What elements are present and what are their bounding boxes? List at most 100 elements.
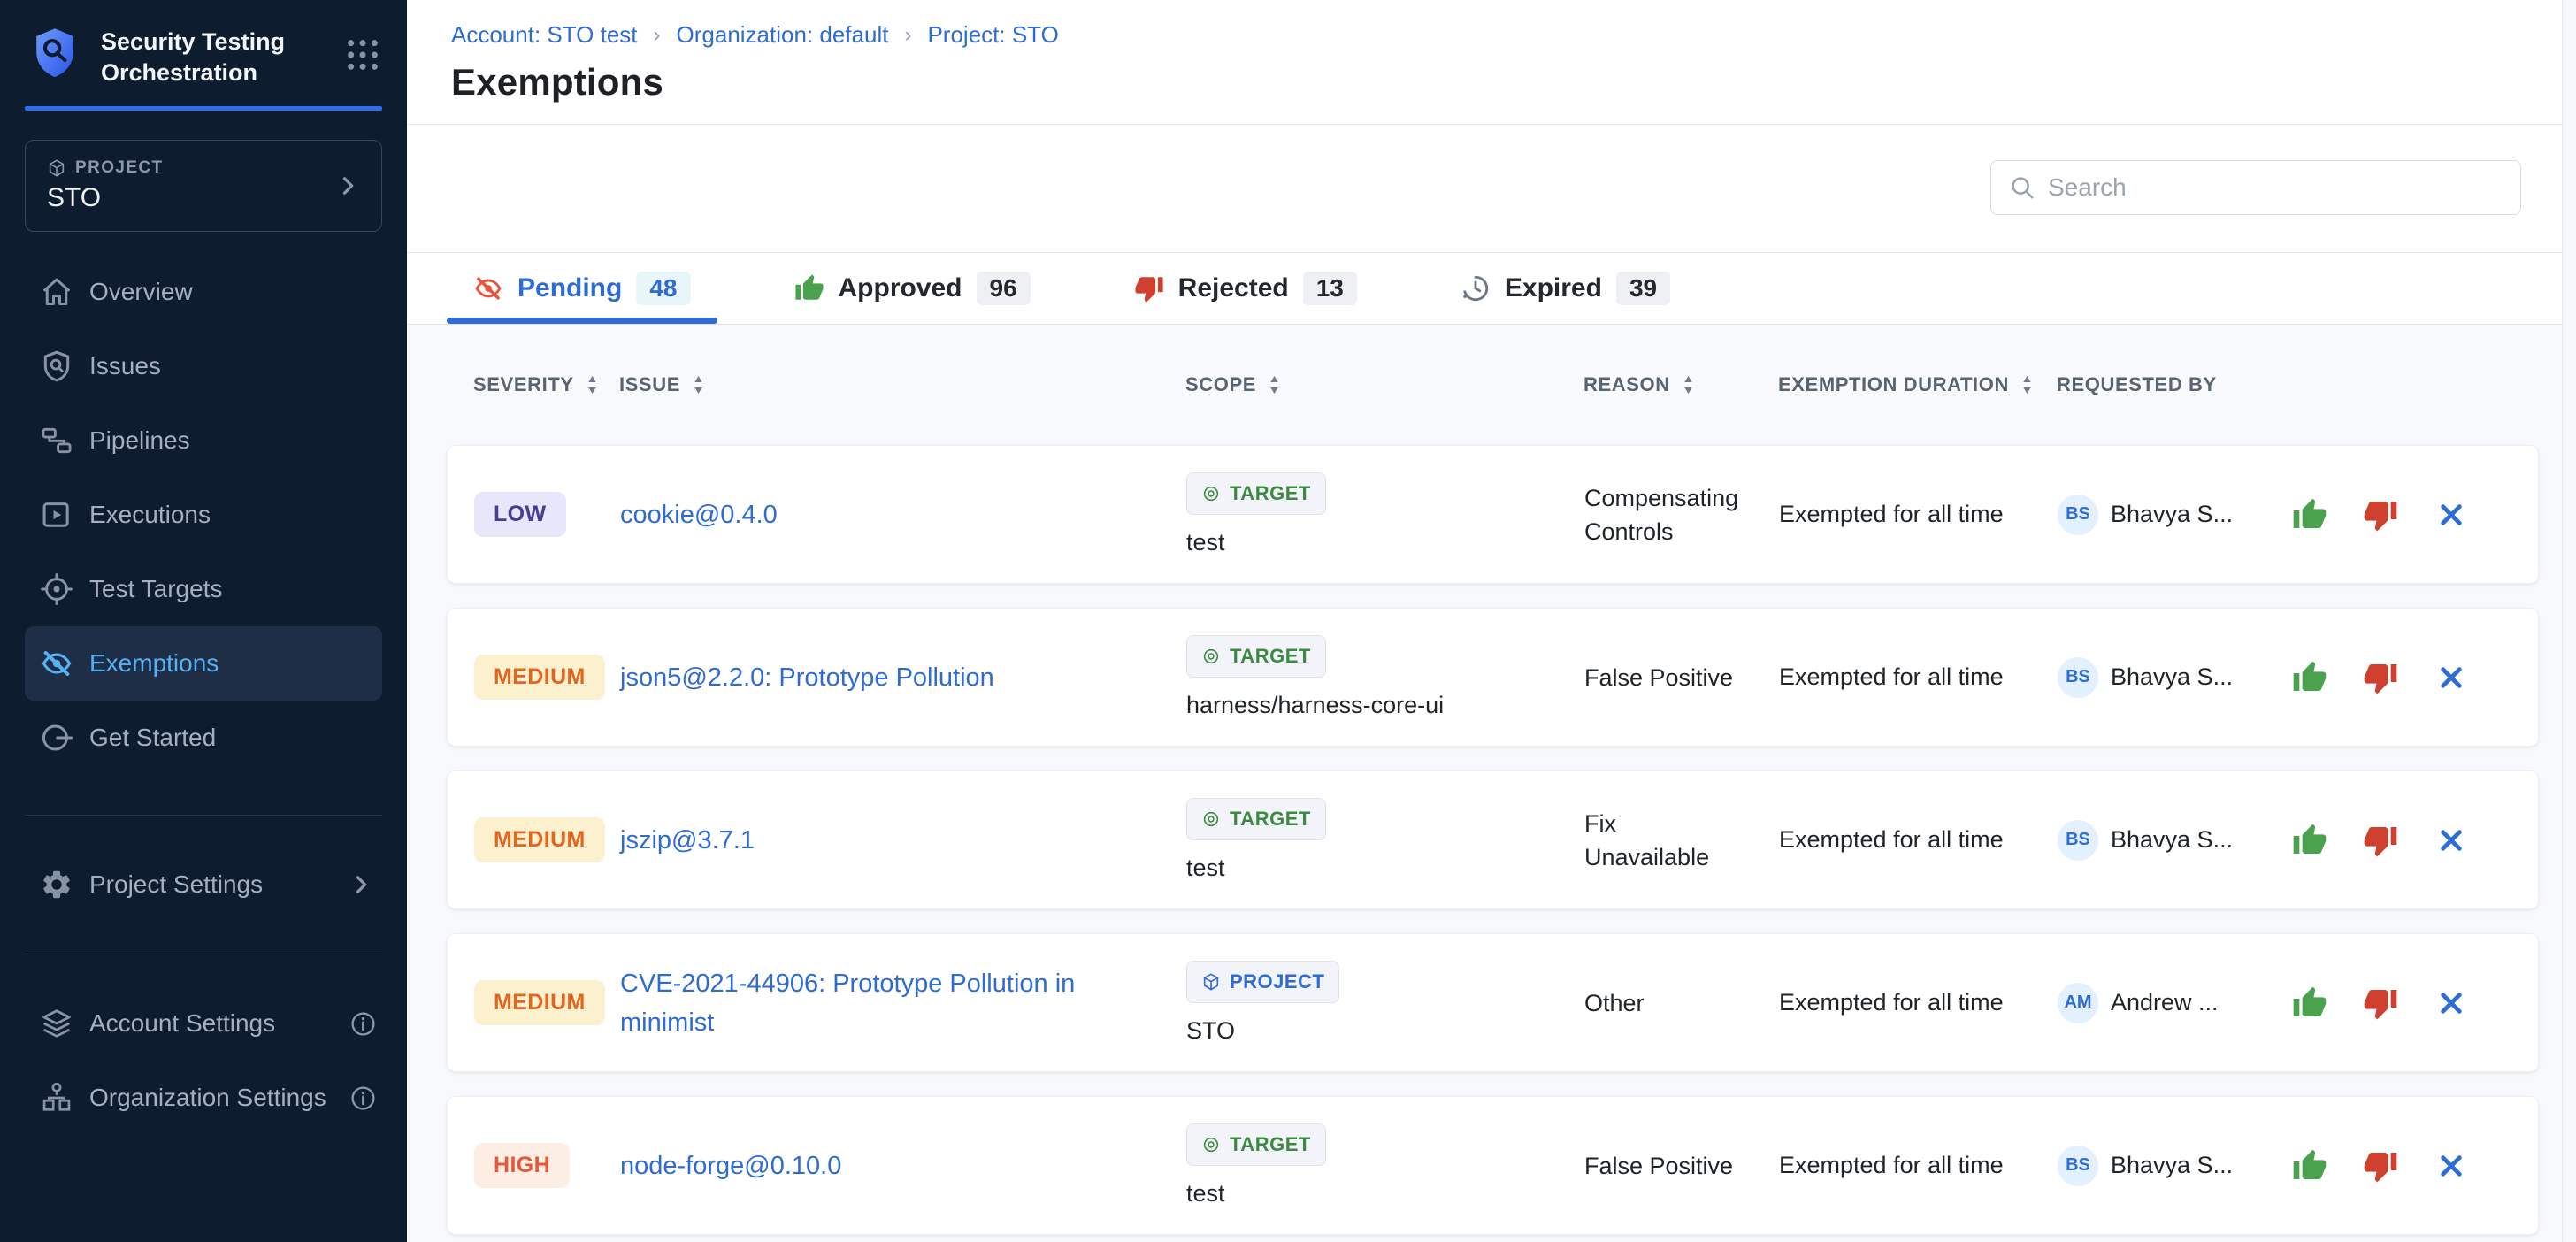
app-window: Security Testing Orchestration PROJECT S…	[0, 0, 2576, 1242]
exemption-row: MEDIUM CVE-2021-44906: Prototype Polluti…	[447, 933, 2539, 1072]
issue-link[interactable]: CVE-2021-44906: Prototype Pollution in m…	[620, 970, 1075, 1037]
approve-button[interactable]	[2292, 497, 2327, 533]
breadcrumb-account-link[interactable]: Account: STO test	[451, 21, 638, 49]
thumb-up-icon	[794, 273, 824, 303]
sidebar-item-executions[interactable]: Executions	[25, 478, 382, 552]
sort-icon[interactable]	[693, 375, 704, 395]
issue-link[interactable]: json5@2.2.0: Prototype Pollution	[620, 663, 994, 692]
sidebar-divider	[25, 815, 382, 816]
thumb-up-icon	[2292, 823, 2327, 858]
sidebar-item-label: Overview	[89, 278, 193, 306]
approve-button[interactable]	[2292, 985, 2327, 1021]
sto-shield-logo-icon	[30, 27, 80, 80]
dismiss-button[interactable]	[2434, 823, 2469, 858]
exemption-duration: Exempted for all time	[1779, 663, 2058, 691]
tab-approved[interactable]: Approved 96	[768, 253, 1057, 324]
sidebar-item-test-targets[interactable]: Test Targets	[25, 552, 382, 626]
main-content: Account: STO test › Organization: defaul…	[407, 0, 2576, 1242]
sort-icon[interactable]	[1683, 375, 1694, 395]
thumb-up-icon	[2292, 985, 2327, 1021]
reject-button[interactable]	[2363, 660, 2398, 695]
breadcrumb-project-link[interactable]: Project: STO	[927, 21, 1058, 49]
tab-pending[interactable]: Pending 48	[447, 253, 717, 324]
reject-button[interactable]	[2363, 1148, 2398, 1184]
thumb-up-icon	[2292, 497, 2327, 533]
exemption-status-tabs: Pending 48 Approved 96 Rejected 13 Expir…	[407, 253, 2576, 325]
target-rings-icon	[1201, 647, 1221, 666]
scope-name: test	[1186, 529, 1225, 556]
reject-button[interactable]	[2363, 497, 2398, 533]
page-header: Account: STO test › Organization: defaul…	[407, 0, 2576, 125]
close-x-icon	[2437, 501, 2465, 529]
shield-search-icon	[40, 349, 73, 383]
sidebar-item-account-settings[interactable]: Account Settings	[25, 986, 382, 1061]
exemption-duration: Exempted for all time	[1779, 501, 2058, 528]
column-header-exemption-duration: EXEMPTION DURATION	[1778, 373, 2057, 396]
eye-slash-icon	[40, 647, 73, 680]
sidebar-item-overview[interactable]: Overview	[25, 255, 382, 329]
target-rings-icon	[1201, 1135, 1221, 1154]
sort-icon[interactable]	[2021, 375, 2033, 395]
sort-icon[interactable]	[1269, 375, 1280, 395]
circle-line-icon	[40, 721, 73, 755]
avatar: BS	[2058, 1146, 2098, 1186]
tab-expired[interactable]: Expired 39	[1434, 253, 1697, 324]
tab-label: Rejected	[1178, 273, 1289, 303]
thumb-up-icon	[2292, 660, 2327, 695]
close-x-icon	[2437, 826, 2465, 855]
info-icon[interactable]	[349, 1010, 377, 1038]
info-icon[interactable]	[349, 1085, 377, 1112]
approve-button[interactable]	[2292, 823, 2327, 858]
breadcrumb-organization-link[interactable]: Organization: default	[677, 21, 889, 49]
requester-name: Bhavya S...	[2111, 501, 2233, 528]
clock-expired-icon	[1460, 273, 1491, 303]
dismiss-button[interactable]	[2434, 497, 2469, 533]
tab-count-badge: 13	[1303, 272, 1357, 305]
requester-name: Bhavya S...	[2111, 1152, 2233, 1179]
severity-badge: MEDIUM	[474, 980, 605, 1025]
toolbar	[407, 125, 2576, 253]
column-header-issue: ISSUE	[619, 373, 1185, 396]
tab-count-badge: 39	[1616, 272, 1670, 305]
sidebar-item-pipelines[interactable]: Pipelines	[25, 403, 382, 478]
cube-icon	[47, 158, 66, 178]
issue-link[interactable]: cookie@0.4.0	[620, 501, 778, 529]
severity-badge: HIGH	[474, 1143, 570, 1188]
sidebar-item-project-settings[interactable]: Project Settings	[25, 847, 382, 922]
dismiss-button[interactable]	[2434, 1148, 2469, 1184]
sidebar-item-issues[interactable]: Issues	[25, 329, 382, 403]
sidebar-item-get-started[interactable]: Get Started	[25, 701, 382, 775]
reject-button[interactable]	[2363, 985, 2398, 1021]
search-icon	[2009, 174, 2036, 201]
tab-rejected[interactable]: Rejected 13	[1108, 253, 1384, 324]
column-header-severity: SEVERITY	[473, 373, 619, 396]
issue-link[interactable]: node-forge@0.10.0	[620, 1152, 841, 1180]
sidebar: Security Testing Orchestration PROJECT S…	[0, 0, 407, 1242]
dismiss-button[interactable]	[2434, 985, 2469, 1021]
sidebar-item-organization-settings[interactable]: Organization Settings	[25, 1061, 382, 1135]
sidebar-item-label: Exemptions	[89, 649, 218, 678]
scope-type-badge: TARGET	[1186, 1123, 1326, 1166]
sidebar-item-label: Organization Settings	[89, 1084, 326, 1112]
reject-button[interactable]	[2363, 823, 2398, 858]
sidebar-nav: Overview Issues Pipelines Executions Tes…	[0, 255, 407, 775]
vertical-scrollbar[interactable]	[2562, 0, 2576, 1242]
approve-button[interactable]	[2292, 1148, 2327, 1184]
thumb-up-icon	[2292, 1148, 2327, 1184]
target-rings-icon	[1201, 809, 1221, 829]
issue-link[interactable]: jszip@3.7.1	[620, 826, 755, 855]
search-input[interactable]	[2048, 173, 2503, 202]
project-selector[interactable]: PROJECT STO	[25, 140, 382, 232]
avatar: BS	[2058, 494, 2098, 535]
breadcrumb-separator-icon: ›	[654, 23, 661, 48]
thumb-down-icon	[2363, 985, 2398, 1021]
sidebar-item-label: Project Settings	[89, 870, 263, 899]
sidebar-item-exemptions[interactable]: Exemptions	[25, 626, 382, 701]
dismiss-button[interactable]	[2434, 660, 2469, 695]
approve-button[interactable]	[2292, 660, 2327, 695]
project-selector-value: STO	[47, 183, 335, 213]
app-brand: Security Testing Orchestration	[0, 0, 407, 88]
sort-icon[interactable]	[586, 375, 598, 395]
sidebar-item-label: Account Settings	[89, 1009, 275, 1038]
module-switcher-grid-icon[interactable]	[345, 37, 380, 73]
